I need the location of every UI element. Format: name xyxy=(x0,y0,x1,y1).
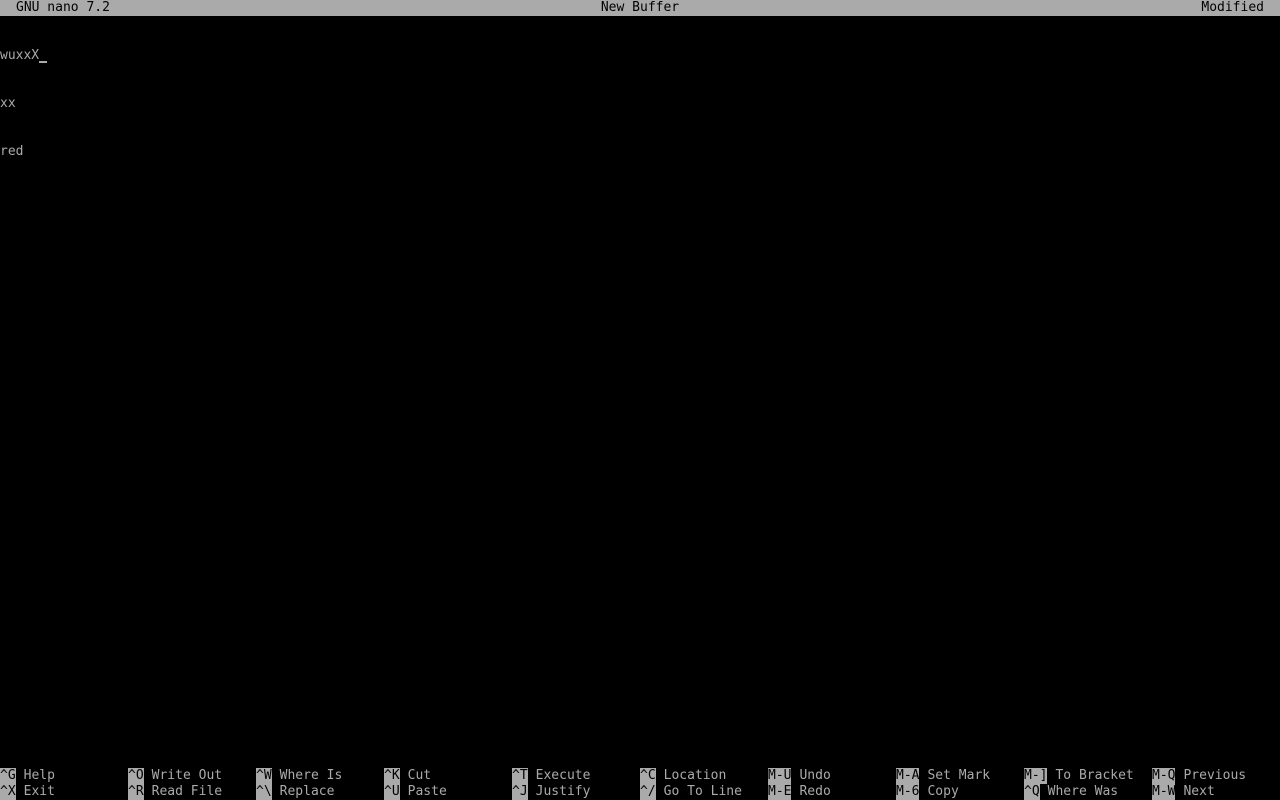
shortcut-paste[interactable]: ^U Paste xyxy=(384,784,447,800)
shortcut-bar: ^G Help ^O Write Out ^W Where Is ^K Cut ^T Ex… xyxy=(0,768,1280,800)
title-bar: New Buffer GNU nano 7.2 Modified xyxy=(0,0,1280,16)
shortcut-label: Previous xyxy=(1183,768,1247,783)
shortcut-label: Go To Line xyxy=(663,784,742,799)
shortcut-redo[interactable]: M-E Redo xyxy=(768,784,831,800)
shortcut-key: ^U xyxy=(384,784,400,800)
modified-status: Modified xyxy=(1201,0,1264,15)
app-version: GNU nano 7.2 xyxy=(16,0,110,15)
shortcut-key: ^K xyxy=(384,768,400,784)
shortcut-key: ^Q xyxy=(1024,784,1040,800)
shortcut-key: ^X xyxy=(0,784,16,800)
shortcut-go-to-line[interactable]: ^/ Go To Line xyxy=(640,784,742,800)
shortcut-previous[interactable]: M-Q Previous xyxy=(1152,768,1246,784)
buffer-name: New Buffer xyxy=(600,0,680,15)
shortcut-copy[interactable]: M-6 Copy xyxy=(896,784,959,800)
shortcut-key: ^W xyxy=(256,768,272,784)
shortcut-label: Cut xyxy=(407,768,432,783)
shortcut-key: ^R xyxy=(128,784,144,800)
shortcut-key: ^\ xyxy=(256,784,272,800)
shortcut-key: ^T xyxy=(512,768,528,784)
text-editing-area[interactable]: wuxxX xx red xyxy=(0,16,1280,768)
editor-line-text: xx xyxy=(0,96,16,111)
editor-line[interactable]: xx xyxy=(0,96,1280,112)
shortcut-label: Justify xyxy=(535,784,591,799)
shortcut-label: Where Is xyxy=(279,768,343,783)
shortcut-label: Exit xyxy=(23,784,55,799)
shortcut-key: ^C xyxy=(640,768,656,784)
shortcut-key: ^O xyxy=(128,768,144,784)
editor-line-text: wuxxX xyxy=(0,48,40,63)
shortcut-label: Set Mark xyxy=(927,768,991,783)
shortcut-key: M-6 xyxy=(896,784,920,800)
shortcut-label: Read File xyxy=(151,784,223,799)
shortcut-label: Help xyxy=(23,768,55,783)
shortcut-key: ^/ xyxy=(640,784,656,800)
shortcut-label: Copy xyxy=(927,784,959,799)
shortcut-label: Redo xyxy=(799,784,831,799)
shortcut-key: ^J xyxy=(512,784,528,800)
shortcut-location[interactable]: ^C Location xyxy=(640,768,726,784)
shortcut-exit[interactable]: ^X Exit xyxy=(0,784,55,800)
shortcut-label: Next xyxy=(1183,784,1215,799)
shortcut-key: M-A xyxy=(896,768,920,784)
shortcut-set-mark[interactable]: M-A Set Mark xyxy=(896,768,990,784)
text-cursor xyxy=(39,48,48,64)
shortcut-key: M-] xyxy=(1024,768,1048,784)
shortcut-write-out[interactable]: ^O Write Out xyxy=(128,768,222,784)
shortcut-key: M-E xyxy=(768,784,792,800)
shortcut-label: Execute xyxy=(535,768,591,783)
shortcut-label: Replace xyxy=(279,784,335,799)
shortcut-label: Location xyxy=(663,768,727,783)
shortcut-read-file[interactable]: ^R Read File xyxy=(128,784,222,800)
editor-line[interactable]: wuxxX xyxy=(0,48,1280,64)
shortcut-label: Paste xyxy=(407,784,447,799)
shortcut-label: Where Was xyxy=(1047,784,1119,799)
shortcut-key: ^G xyxy=(0,768,16,784)
shortcut-cut[interactable]: ^K Cut xyxy=(384,768,431,784)
shortcut-where-was[interactable]: ^Q Where Was xyxy=(1024,784,1118,800)
shortcut-execute[interactable]: ^T Execute xyxy=(512,768,590,784)
shortcut-key: M-W xyxy=(1152,784,1176,800)
shortcut-undo[interactable]: M-U Undo xyxy=(768,768,831,784)
shortcut-where-is[interactable]: ^W Where Is xyxy=(256,768,342,784)
shortcut-replace[interactable]: ^\ Replace xyxy=(256,784,334,800)
shortcut-help[interactable]: ^G Help xyxy=(0,768,55,784)
shortcut-justify[interactable]: ^J Justify xyxy=(512,784,590,800)
editor-line-text: red xyxy=(0,144,24,159)
shortcut-next[interactable]: M-W Next xyxy=(1152,784,1215,800)
shortcut-label: Write Out xyxy=(151,768,223,783)
shortcut-label: To Bracket xyxy=(1055,768,1134,783)
shortcut-label: Undo xyxy=(799,768,831,783)
shortcut-key: M-U xyxy=(768,768,792,784)
shortcut-to-bracket[interactable]: M-] To Bracket xyxy=(1024,768,1134,784)
shortcut-key: M-Q xyxy=(1152,768,1176,784)
editor-line[interactable]: red xyxy=(0,144,1280,160)
